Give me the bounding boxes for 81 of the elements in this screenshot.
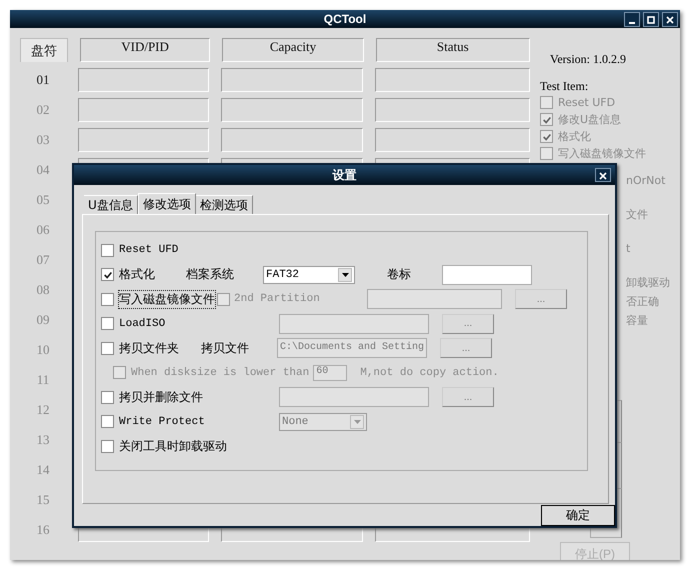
test-item: 否正确 [626,294,660,309]
field-label: 拷贝文件 [201,340,250,357]
checkbox[interactable] [540,96,553,109]
option-label: 拷贝文件夹 [119,340,179,357]
slot-number: 06 [35,221,50,239]
checkbox[interactable] [540,147,553,160]
slot-number: 11 [36,371,50,389]
checkbox[interactable] [540,130,553,143]
option-label: LoadISO [119,318,166,330]
slot-number: 15 [35,491,50,509]
checkbox[interactable] [101,390,114,404]
minimize-icon[interactable] [624,12,640,27]
slot-number: 03 [35,131,50,149]
option-label: 写入磁盘镜像文件 [119,290,215,308]
test-item: 格式化 [558,129,591,144]
test-item: 文件 [626,207,649,222]
slot-number: 10 [35,341,50,359]
test-item: 容量 [626,313,649,328]
checkbox[interactable] [101,317,114,330]
test-item: Reset UFD [558,96,616,109]
window-title: QCTool [324,12,366,26]
option-label: M,not do copy action. [360,366,499,379]
ok-button[interactable]: 确定 [541,504,615,526]
close-icon[interactable] [595,168,611,182]
file-system-dropdown[interactable]: FAT32 [263,266,355,284]
column-header: Capacity [222,38,364,62]
test-item: nOrNot [626,174,666,187]
column-header: VID/PID [80,38,210,62]
test-item: 卸载驱动 [626,275,670,290]
column-header: 盘符 [20,38,68,62]
checkbox[interactable] [217,292,230,306]
field-label: 卷标 [387,266,412,284]
field-label: 档案系统 [186,266,235,284]
close-icon[interactable] [662,12,678,27]
tab[interactable]: 检测选项 [196,195,253,214]
option-label: Reset UFD [119,244,178,256]
slot-number: 14 [35,461,50,479]
checkbox[interactable] [101,440,114,453]
test-item: 修改U盘信息 [558,112,622,127]
size-field[interactable]: 60 [313,364,348,381]
slot-number: 01 [35,71,50,89]
slot-number: 05 [35,191,50,209]
checkbox[interactable] [101,342,114,355]
browse-button[interactable]: ... [442,314,494,334]
version-label: Version: 1.0.2.9 [549,52,627,67]
slot-number: 08 [35,281,50,299]
option-label: 关闭工具时卸载驱动 [119,438,227,455]
checkbox[interactable] [113,366,126,380]
checkbox[interactable] [101,292,114,306]
column-header: Status [376,38,530,62]
test-item-label: Test Item: [540,79,590,94]
slot-number: 04 [35,161,50,179]
test-item: t [626,242,632,255]
option-label: 格式化 [119,266,155,284]
slot-number: 09 [35,311,50,329]
option-label: Write Protect [119,416,205,428]
browse-button[interactable]: ... [440,338,492,358]
path-field[interactable] [279,314,429,334]
tab[interactable]: 修改选项 [138,193,196,214]
dialog-title: 设置 [332,166,356,184]
slot-number: 07 [35,251,50,269]
slot-number: 13 [35,431,50,449]
maximize-icon[interactable] [643,12,659,27]
browse-button[interactable]: ... [515,289,567,310]
checkbox[interactable] [540,113,553,126]
path-field[interactable] [279,387,429,408]
checkbox[interactable] [101,244,114,257]
slot-number: 12 [35,401,50,419]
option-label: 2nd Partition [234,293,320,306]
path-field[interactable]: C:\Documents and Setting [277,338,427,358]
test-item: 写入磁盘镜像文件 [558,146,646,161]
browse-button[interactable]: ... [442,387,494,408]
option-label: When disksize is lower than [131,366,310,379]
checkbox[interactable] [101,415,114,428]
path-field[interactable] [367,289,502,310]
volume-label-field[interactable] [442,264,532,285]
option-label: 拷贝并删除文件 [119,388,203,406]
slot-number: 02 [35,101,50,119]
protect-dropdown[interactable]: None [279,412,367,431]
checkbox[interactable] [101,268,114,282]
slot-number: 16 [35,521,50,539]
